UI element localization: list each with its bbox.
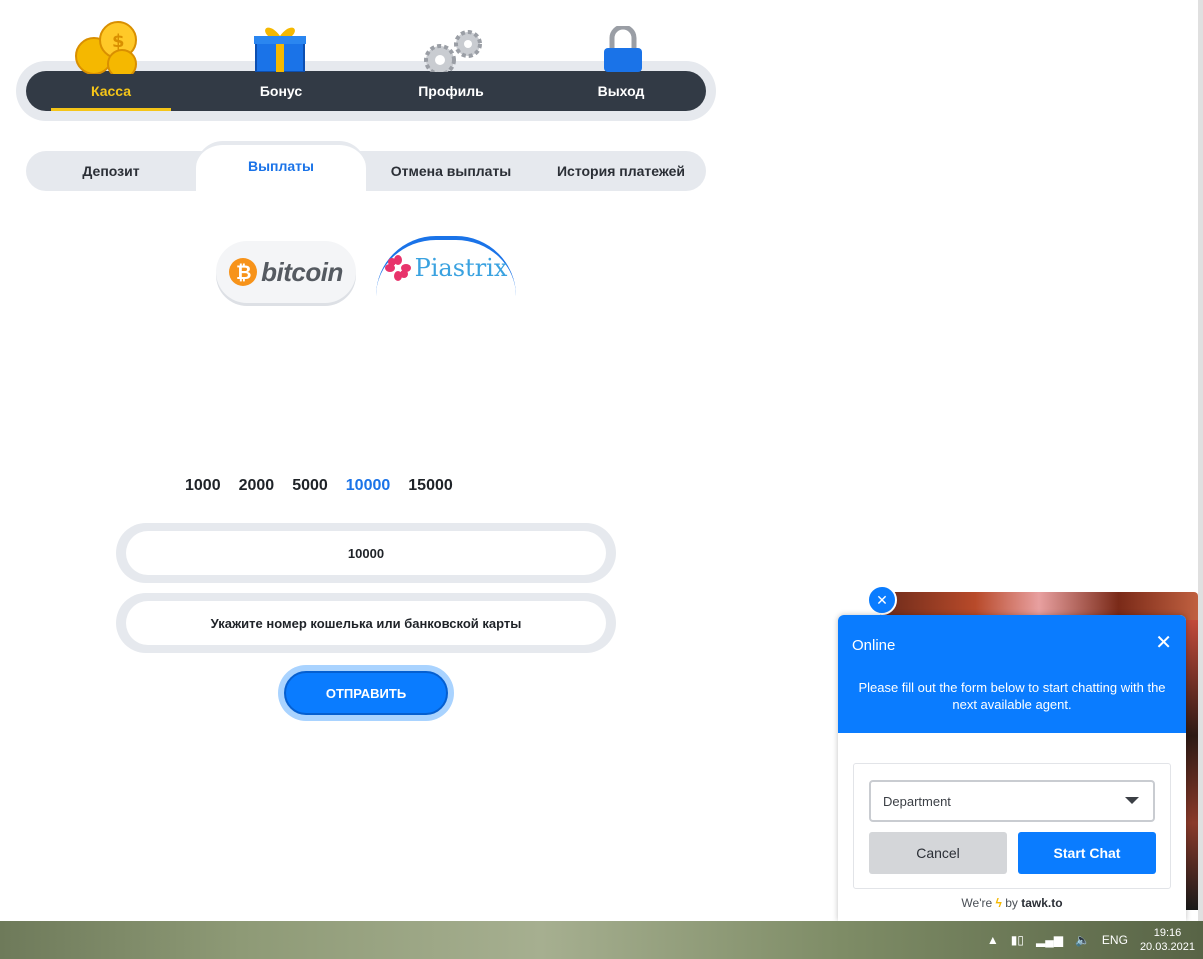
gears-icon (424, 30, 482, 72)
tab-label: Выплаты (247, 158, 314, 174)
battery-icon[interactable]: ▮▯ (1011, 933, 1024, 947)
lightning-icon: ϟ (995, 896, 1002, 910)
page-scrollbar[interactable] (1198, 0, 1203, 921)
volume-icon[interactable]: 🔈 (1075, 933, 1090, 947)
svg-text:₿: ₿ (236, 262, 251, 284)
network-icon[interactable]: ▂▄▆ (1036, 933, 1063, 947)
chat-form: Department Cancel Start Chat (853, 763, 1171, 889)
amount-field-wrap (116, 523, 616, 583)
main-nav: Касса Бонус Профиль Выход (26, 71, 706, 111)
language-indicator[interactable]: ENG (1102, 933, 1128, 947)
chevron-down-icon (1125, 797, 1139, 804)
wallet-input[interactable] (126, 601, 606, 645)
os-taskbar: ▲ ▮▯ ▂▄▆ 🔈 ENG 19:16 20.03.2021 (0, 921, 1203, 959)
close-icon[interactable]: ✕ (867, 585, 897, 615)
amount-option[interactable]: 5000 (283, 477, 337, 495)
system-tray: ▲ ▮▯ ▂▄▆ 🔈 ENG 19:16 20.03.2021 (987, 921, 1203, 959)
tab-label: Отмена выплаты (390, 163, 512, 179)
wallet-field-wrap (116, 593, 616, 653)
chat-footer: We're ϟ by tawk.to (838, 896, 1186, 910)
padlock-icon (604, 26, 642, 72)
nav-label: Выход (597, 83, 645, 99)
close-icon[interactable]: ✕ (1155, 633, 1172, 653)
nav-item-profile[interactable]: Профиль (366, 71, 536, 111)
clock[interactable]: 19:16 20.03.2021 (1140, 926, 1195, 954)
flower-icon (384, 255, 411, 281)
nav-label: Касса (90, 83, 132, 99)
submit-wrap: ОТПРАВИТЬ (278, 665, 454, 721)
amount-option-selected[interactable]: 10000 (337, 477, 400, 495)
coins-icon: $ (75, 21, 137, 74)
start-chat-button[interactable]: Start Chat (1018, 832, 1156, 874)
chat-message: Please fill out the form below to start … (858, 680, 1166, 712)
nav-item-cashier[interactable]: Касса (26, 71, 196, 111)
quick-amounts: 1000 2000 5000 10000 15000 (176, 477, 462, 495)
department-select[interactable]: Department (869, 780, 1155, 822)
chat-header: Online ✕ Please fill out the form below … (838, 615, 1186, 733)
method-piastrix[interactable]: Piastrix (376, 236, 516, 296)
clock-time: 19:16 (1153, 927, 1182, 939)
clock-date: 20.03.2021 (1139, 941, 1195, 953)
footer-by: by (1005, 896, 1018, 910)
nav-item-logout[interactable]: Выход (536, 71, 706, 111)
gift-icon (254, 27, 306, 72)
amount-option[interactable]: 15000 (399, 477, 462, 495)
tab-withdraw[interactable]: Выплаты (196, 141, 366, 195)
cancel-button[interactable]: Cancel (869, 832, 1007, 874)
chevron-up-icon[interactable]: ▲ (987, 933, 999, 947)
method-bitcoin[interactable]: ₿ bitcoin (216, 241, 356, 303)
chat-widget: Online ✕ Please fill out the form below … (838, 615, 1186, 921)
tab-deposit[interactable]: Депозит (26, 151, 196, 191)
tawk-link[interactable]: tawk.to (1021, 896, 1062, 910)
amount-option[interactable]: 2000 (230, 477, 284, 495)
department-placeholder: Department (883, 793, 951, 809)
tab-payment-history[interactable]: История платежей (536, 151, 706, 191)
nav-label: Профиль (418, 83, 484, 99)
tab-label: История платежей (556, 163, 686, 179)
footer-prefix: We're (961, 896, 993, 910)
method-label: bitcoin (261, 256, 343, 287)
page: Касса Бонус Профиль Выход $ Депозит Отме… (0, 0, 1203, 959)
amount-option[interactable]: 1000 (176, 477, 230, 495)
nav-label: Бонус (259, 83, 303, 99)
tab-label: Депозит (82, 163, 140, 179)
chat-status: Online (852, 637, 896, 654)
submit-button[interactable]: ОТПРАВИТЬ (284, 671, 448, 715)
method-label: Piastrix (414, 254, 508, 282)
svg-text:$: $ (112, 31, 125, 52)
bitcoin-icon: ₿ (229, 258, 258, 286)
amount-input[interactable] (126, 531, 606, 575)
cashier-tabs: Депозит Отмена выплаты История платежей (26, 151, 706, 191)
promo-banner-edge (1186, 620, 1198, 910)
tab-cancel-withdraw[interactable]: Отмена выплаты (366, 151, 536, 191)
nav-item-bonus[interactable]: Бонус (196, 71, 366, 111)
